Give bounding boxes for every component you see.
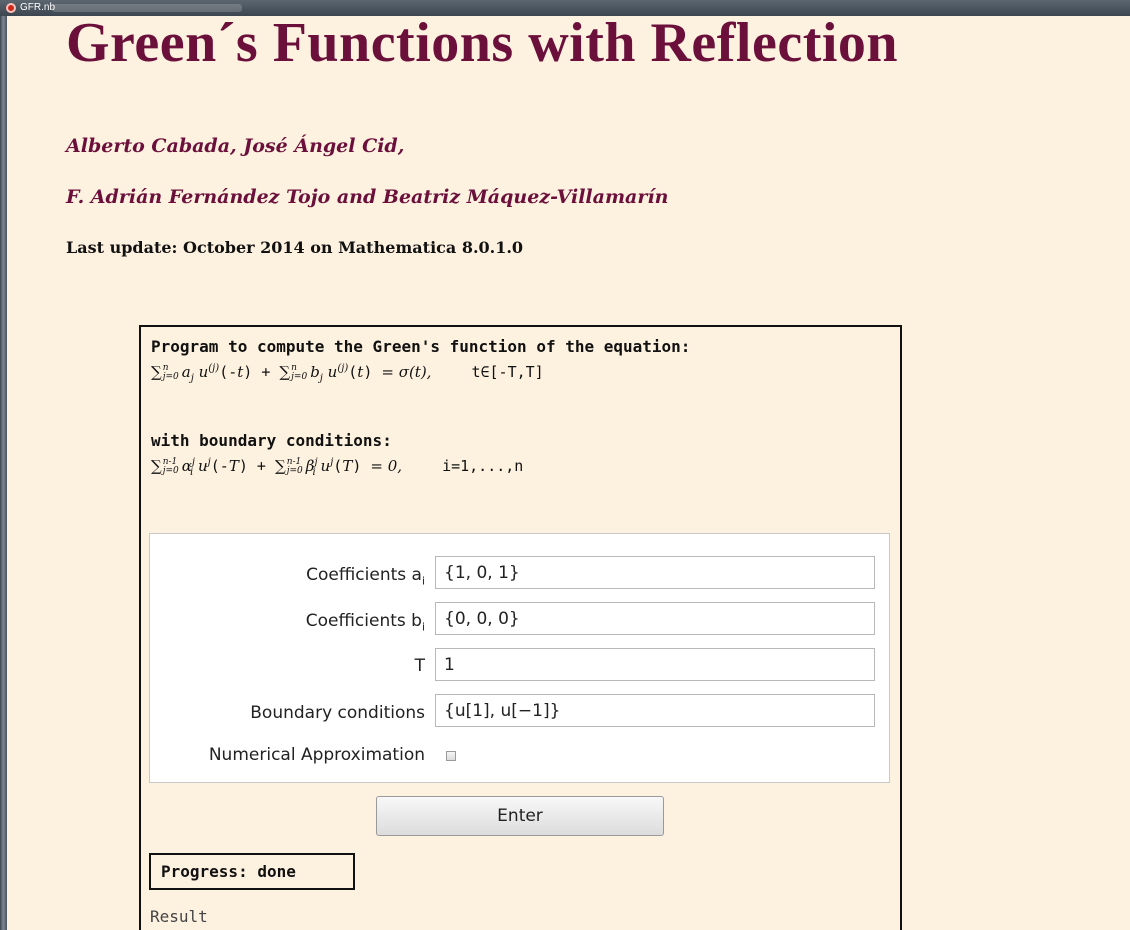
coefficients-b-subscript: i bbox=[421, 620, 425, 634]
window-title: GFR.nb bbox=[20, 2, 56, 13]
t-label: T bbox=[414, 656, 425, 676]
enter-button[interactable]: Enter bbox=[376, 796, 664, 836]
coefficients-b-label-text: Coefficients b bbox=[305, 611, 422, 631]
boundary-conditions-heading: with boundary conditions: bbox=[151, 431, 392, 450]
window-left-frame bbox=[0, 16, 7, 930]
authors-line-1: Alberto Cabada, José Ángel Cid, bbox=[66, 135, 405, 157]
bc-rhs: = 0, bbox=[370, 457, 403, 475]
last-update-text: Last update: October 2014 on Mathematica… bbox=[66, 238, 524, 257]
coefficients-a-subscript: i bbox=[421, 574, 425, 588]
boundary-conditions-formula: ∑n-1 j=0 αji uj(-T) + ∑n-1 j=0 βji uj(T) = 0… bbox=[151, 457, 524, 478]
result-label: Result bbox=[150, 907, 208, 926]
numerical-approximation-label: Numerical Approximation bbox=[208, 745, 425, 765]
input-form: Coefficients ai Coefficients bi T Bounda… bbox=[149, 533, 890, 783]
equation-domain: t∈[-T,T] bbox=[471, 363, 544, 381]
program-description: Program to compute the Green's function … bbox=[151, 337, 691, 356]
authors-line-2: F. Adrián Fernández Tojo and Beatriz Máq… bbox=[66, 186, 669, 208]
window-title-path-blurred bbox=[52, 4, 242, 12]
boundary-conditions-label: Boundary conditions bbox=[250, 703, 425, 723]
equation-formula: ∑n j=0 aj u(j)(-t) + ∑n j=0 bj u(j)(t) = σ(t… bbox=[151, 363, 544, 384]
coefficients-b-input[interactable] bbox=[435, 602, 875, 635]
notebook-title: Green´s Functions with Reflection bbox=[66, 12, 899, 74]
equation-rhs: = σ(t), bbox=[381, 363, 432, 381]
coefficients-a-input[interactable] bbox=[435, 556, 875, 589]
progress-status: Progress: done bbox=[149, 853, 355, 890]
t-input[interactable] bbox=[435, 648, 875, 681]
green-function-panel: Program to compute the Green's function … bbox=[139, 325, 902, 930]
coefficients-b-label: Coefficients bi bbox=[306, 611, 425, 633]
boundary-conditions-input[interactable] bbox=[435, 694, 875, 727]
mathematica-app-icon bbox=[6, 3, 16, 13]
bc-index-range: i=1,...,n bbox=[442, 457, 524, 475]
coefficients-a-label: Coefficients ai bbox=[306, 565, 425, 587]
coefficients-a-label-text: Coefficients a bbox=[306, 565, 422, 585]
numerical-approximation-checkbox[interactable] bbox=[446, 751, 456, 761]
